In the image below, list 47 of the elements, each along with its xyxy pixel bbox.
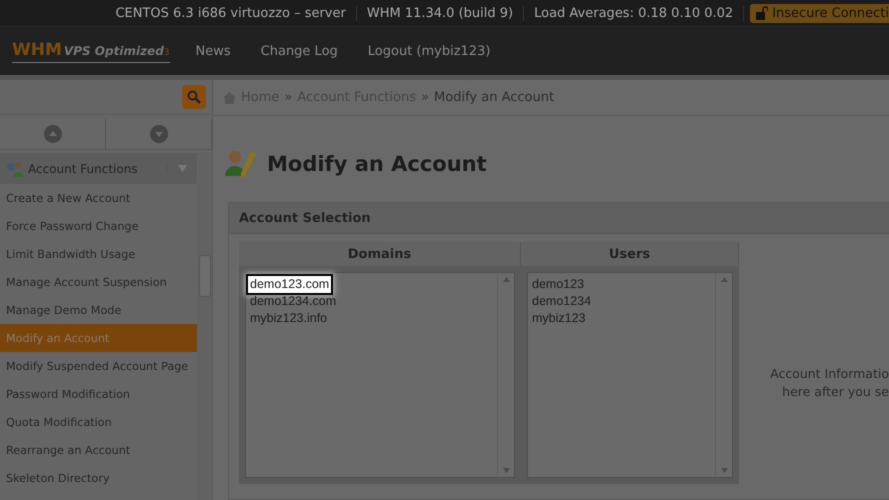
insecure-connection-badge[interactable]: Insecure Connecti <box>750 4 889 22</box>
search-icon <box>187 90 201 104</box>
user-pencil-icon <box>225 148 259 180</box>
sidebar-item[interactable]: Modify Suspended Account Page <box>0 352 197 380</box>
sidebar-item[interactable]: Create a New Account <box>0 184 197 212</box>
sidebar-group-label: Account Functions <box>28 162 139 176</box>
scroll-down-icon[interactable] <box>720 468 728 473</box>
breadcrumb-separator: » <box>284 90 292 105</box>
search-button[interactable] <box>182 85 206 109</box>
list-option[interactable]: demo1234.com <box>248 293 338 310</box>
breadcrumb-link[interactable]: Modify an Account <box>434 90 554 105</box>
sidebar-item[interactable]: Password Modification <box>0 380 197 408</box>
column-header: Users <box>521 242 739 266</box>
nav-link[interactable]: Logout (mybiz123) <box>368 44 490 58</box>
scroll-up-icon[interactable] <box>502 277 510 282</box>
breadcrumb-separator: » <box>421 90 430 105</box>
sidebar-item[interactable]: Modify an Account <box>0 324 197 352</box>
list-option[interactable]: mybiz123 <box>530 310 588 327</box>
sidebar-item[interactable]: Skeleton Directory <box>0 464 197 492</box>
collapse-caret-icon <box>178 165 187 172</box>
sidebar-item[interactable]: Quota Modification <box>0 408 197 436</box>
panel-title: Account Selection <box>229 203 889 234</box>
sidebar-item[interactable]: Force Password Change <box>0 212 197 240</box>
list-box[interactable]: demo123 demo1234 mybiz123 <box>527 272 733 478</box>
sidebar-item[interactable]: Rearrange an Account <box>0 436 197 464</box>
list-option[interactable]: demo123 <box>530 276 586 293</box>
page-title: Modify an Account <box>267 152 487 176</box>
list-option[interactable]: demo123.com <box>248 276 332 293</box>
status-text: CENTOS 6.3 i686 virtuozzo – server <box>105 6 357 20</box>
info-text: here after you se <box>782 383 889 401</box>
nav-link[interactable]: Change Log <box>260 44 338 58</box>
sidebar-item[interactable]: Manage Account Suspension <box>0 268 197 296</box>
scroll-up-icon[interactable] <box>720 277 728 282</box>
list-option[interactable]: mybiz123.info <box>248 310 330 327</box>
sidebar-item[interactable]: Manage Demo Mode <box>0 296 197 324</box>
unlocked-padlock-icon <box>756 6 768 20</box>
scroll-down-icon[interactable] <box>502 468 510 473</box>
sidebar-item[interactable]: Limit Bandwidth Usage <box>0 240 197 268</box>
list-option[interactable]: demo1234 <box>530 293 594 310</box>
info-text: Account Informatio <box>770 365 889 383</box>
nav-link[interactable]: News <box>196 44 231 58</box>
whm-logo: WHM VPS Optimized3 <box>12 40 170 62</box>
status-text: Load Averages: 0.18 0.10 0.02 <box>524 6 744 20</box>
list-box[interactable]: demo123.com demo1234.com mybiz123.info <box>245 272 515 478</box>
status-text: WHM 11.34.0 (build 9) <box>356 6 524 20</box>
column-header: Domains <box>239 242 521 266</box>
sidebar-group-header[interactable]: Account Functions <box>0 153 197 184</box>
